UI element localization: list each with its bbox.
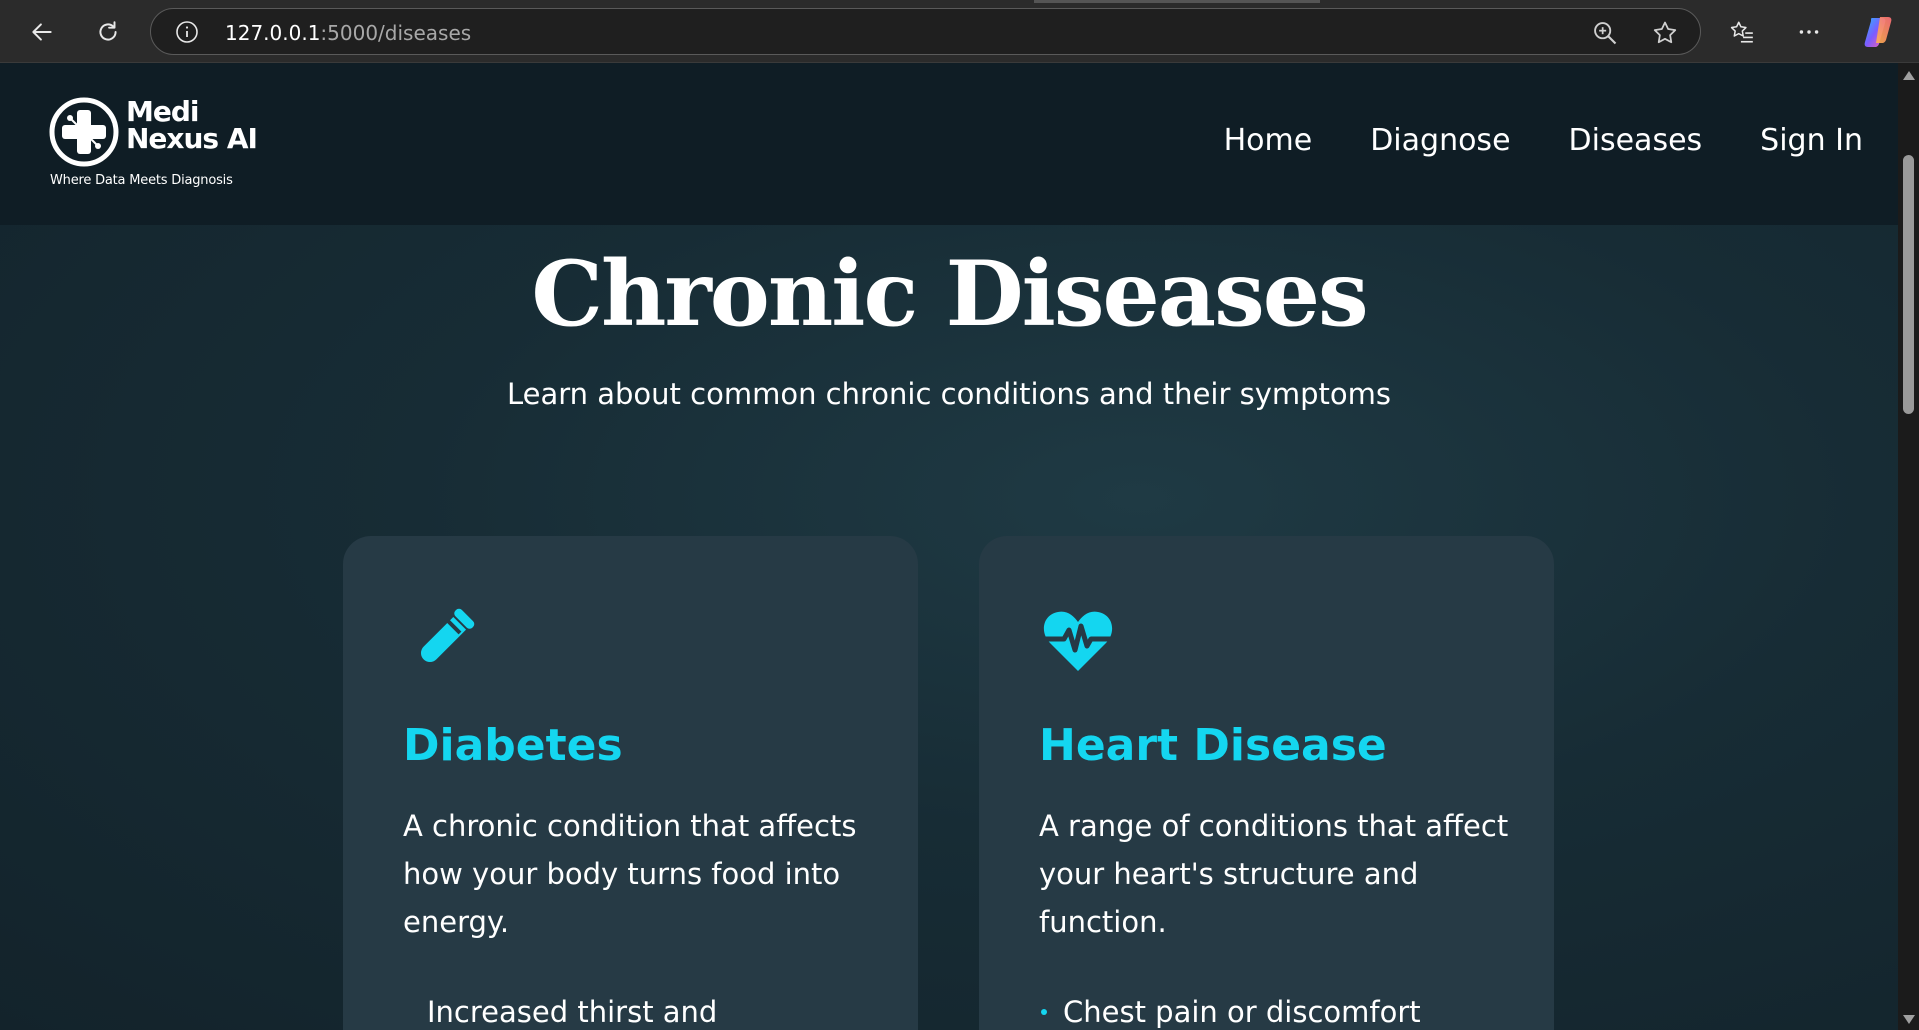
reload-button[interactable]	[88, 12, 128, 52]
url-path: :5000/diseases	[320, 21, 472, 45]
favorites-list-icon	[1730, 21, 1753, 43]
page-title: Chronic Diseases	[531, 241, 1368, 347]
browser-toolbar: 127.0.0.1:5000/diseases	[0, 0, 1919, 63]
symptom-list: Increased thirst and	[403, 988, 903, 1030]
favorite-star-icon[interactable]	[1651, 19, 1679, 47]
reload-icon	[99, 21, 117, 41]
disease-card-heart-disease[interactable]: Heart Disease A range of conditions that…	[979, 536, 1554, 1030]
test-tube-icon	[420, 608, 475, 663]
heartbeat-icon	[1041, 611, 1115, 671]
symptom-item: Increased thirst and	[403, 988, 903, 1030]
logo-line-2: Nexus AI	[126, 122, 258, 155]
scroll-up-arrow-icon[interactable]	[1903, 71, 1915, 80]
bullet-dot	[1041, 1009, 1047, 1015]
card-description: A range of conditions that affect your h…	[1039, 809, 1509, 939]
symptom-item: Chest pain or discomfort	[1039, 988, 1539, 1030]
main-nav: Home Diagnose Diseases Sign In	[1166, 123, 1863, 158]
card-title: Diabetes	[403, 720, 623, 771]
card-description: A chronic condition that affects how you…	[403, 809, 857, 939]
nav-diagnose-link[interactable]: Diagnose	[1370, 123, 1510, 158]
card-title: Heart Disease	[1039, 720, 1387, 771]
page-viewport: Medi Nexus AI Where Data Meets Diagnosis…	[0, 63, 1898, 1030]
more-dots-icon	[1799, 30, 1819, 34]
site-logo[interactable]: Medi Nexus AI Where Data Meets Diagnosis	[48, 96, 298, 196]
back-button[interactable]	[22, 12, 62, 52]
address-bar[interactable]: 127.0.0.1:5000/diseases	[150, 8, 1701, 55]
symptom-list: Chest pain or discomfort	[1039, 988, 1539, 1030]
disease-card-diabetes[interactable]: Diabetes A chronic condition that affect…	[343, 536, 918, 1030]
nav-home-link[interactable]: Home	[1224, 123, 1313, 158]
logo-tagline: Where Data Meets Diagnosis	[50, 173, 233, 188]
favorites-button[interactable]	[1722, 12, 1762, 52]
symptom-text: Increased thirst and	[427, 995, 718, 1029]
more-menu-button[interactable]	[1789, 12, 1829, 52]
nav-diseases-link[interactable]: Diseases	[1569, 123, 1703, 158]
page-scrollbar[interactable]	[1898, 63, 1919, 1030]
nav-sign-in-link[interactable]: Sign In	[1760, 123, 1863, 158]
url-host: 127.0.0.1	[225, 21, 321, 45]
site-info-icon[interactable]	[175, 20, 199, 44]
page-subtitle: Learn about common chronic conditions an…	[506, 377, 1392, 411]
zoom-icon[interactable]	[1591, 19, 1619, 47]
scrollbar-thumb[interactable]	[1903, 155, 1914, 414]
medical-cross-logo-icon	[49, 97, 119, 167]
scroll-down-arrow-icon[interactable]	[1903, 1015, 1915, 1024]
site-header: Medi Nexus AI Where Data Meets Diagnosis…	[0, 63, 1898, 225]
copilot-icon[interactable]	[1862, 14, 1898, 50]
tab-indicator	[1034, 0, 1320, 3]
logo-line-1: Medi	[126, 95, 199, 128]
symptom-text: Chest pain or discomfort	[1063, 995, 1421, 1029]
back-arrow-icon	[32, 23, 52, 41]
url-text[interactable]: 127.0.0.1:5000/diseases	[225, 21, 471, 45]
logo-text: Medi Nexus AI	[126, 95, 258, 155]
